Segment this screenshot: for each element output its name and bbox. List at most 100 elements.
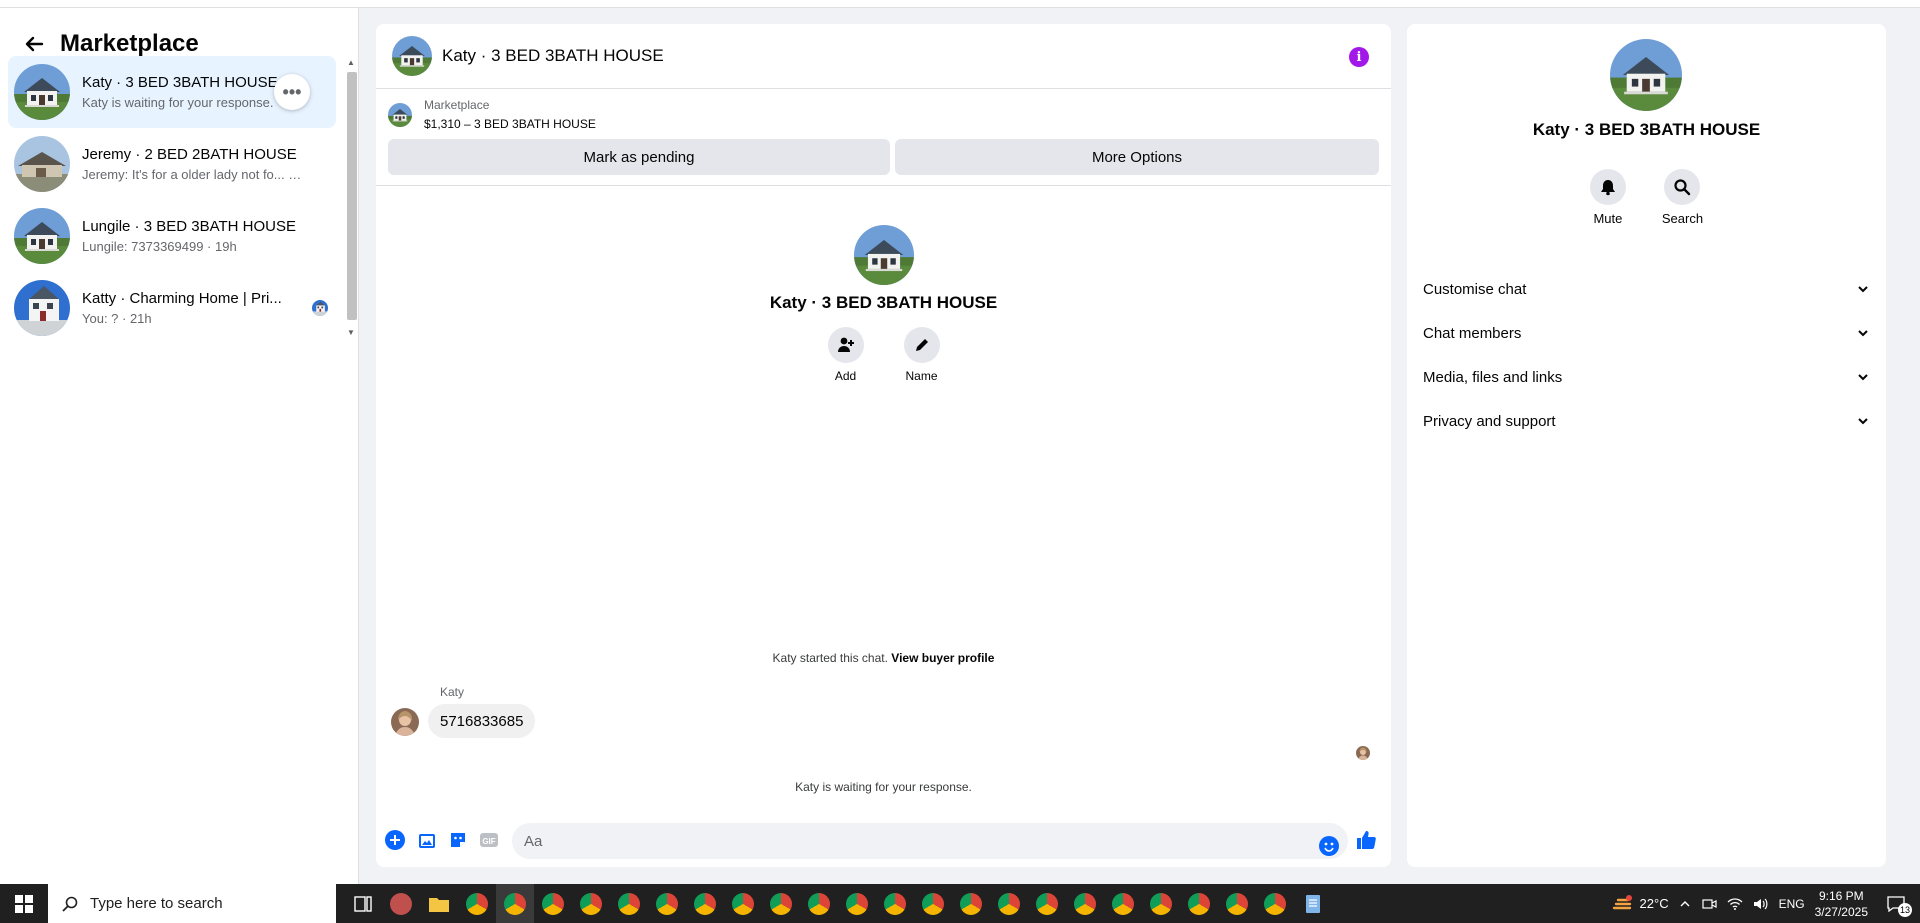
chrome-icon[interactable] [648, 884, 686, 923]
chrome-icon[interactable] [914, 884, 952, 923]
message-bubble[interactable]: 5716833685 [428, 704, 536, 738]
conversation-item-katty[interactable]: Katty · Charming Home | Pri... You: ? · … [8, 272, 336, 344]
conversation-sidebar: Marketplace Katy · 3 BED 3BATH HOUSE Kat… [0, 8, 359, 884]
chrome-icon[interactable] [1028, 884, 1066, 923]
chrome-icon[interactable] [496, 884, 534, 923]
chrome-icon[interactable] [1104, 884, 1142, 923]
section-label: Customise chat [1423, 280, 1527, 298]
scroll-thumb[interactable] [347, 72, 357, 320]
scroll-up-icon[interactable]: ▲ [347, 58, 355, 67]
scroll-down-icon[interactable]: ▼ [347, 328, 355, 337]
browser-top-strip [0, 0, 1920, 8]
chat-started-notice: Katy started this chat. View buyer profi… [376, 651, 1391, 665]
language-indicator[interactable]: ENG [1779, 897, 1805, 911]
name-label: Name [905, 369, 938, 383]
chevron-up-icon[interactable] [1679, 898, 1691, 910]
chrome-icon[interactable] [610, 884, 648, 923]
chrome-icon[interactable] [952, 884, 990, 923]
notification-center-icon[interactable]: 13 [1882, 893, 1912, 917]
chrome-icon[interactable] [990, 884, 1028, 923]
more-options-icon[interactable]: ••• [274, 74, 310, 110]
message-input[interactable] [512, 823, 1348, 859]
chrome-icon[interactable] [1256, 884, 1294, 923]
meet-now-icon[interactable] [1701, 896, 1717, 912]
conversation-item-katy[interactable]: Katy · 3 BED 3BATH HOUSE Katy is waiting… [8, 56, 336, 128]
sender-avatar[interactable] [391, 708, 419, 736]
chat-header: Katy · 3 BED 3BATH HOUSE i [376, 24, 1391, 89]
windows-taskbar: Type here to search 22°C ENG 9:16 PM 3/2… [0, 884, 1920, 923]
chrome-icon[interactable] [686, 884, 724, 923]
conversation-preview: You: ? · 21h [82, 311, 152, 326]
seen-avatar-icon [312, 300, 328, 316]
conversation-preview: Lungile: 7373369499 · 19h [82, 239, 237, 254]
name-chat-button[interactable]: Name [903, 327, 940, 383]
chrome-icon[interactable] [1180, 884, 1218, 923]
info-avatar [1610, 39, 1682, 111]
task-view-icon[interactable] [344, 884, 382, 923]
chat-avatar[interactable] [392, 36, 432, 76]
photo-icon[interactable] [416, 829, 438, 851]
conversation-item-lungile[interactable]: Lungile · 3 BED 3BATH HOUSE Lungile: 737… [8, 200, 336, 272]
waiting-notice: Katy is waiting for your response. [795, 780, 972, 794]
read-receipt-avatar [1356, 746, 1370, 760]
emoji-icon[interactable] [1318, 835, 1340, 857]
chrome-icon[interactable] [724, 884, 762, 923]
chrome-icon[interactable] [762, 884, 800, 923]
gif-icon[interactable]: GIF [478, 829, 500, 851]
section-chat-members[interactable]: Chat members [1407, 311, 1886, 355]
like-icon[interactable] [1355, 829, 1377, 851]
intro-avatar [854, 225, 914, 285]
chrome-icon[interactable] [1218, 884, 1256, 923]
conversation-preview: Katy is waiting for your response. [82, 95, 274, 110]
wifi-icon[interactable] [1727, 897, 1743, 911]
listing-banner: Marketplace $1,310 – 3 BED 3BATH HOUSE M… [376, 89, 1391, 186]
sidebar-scrollbar[interactable]: ▲ ▼ [344, 58, 358, 340]
section-customise-chat[interactable]: Customise chat [1407, 267, 1886, 311]
weather-icon[interactable]: 22°C [1612, 894, 1669, 914]
chrome-icon[interactable] [800, 884, 838, 923]
conversation-list: Katy · 3 BED 3BATH HOUSE Katy is waiting… [8, 56, 336, 344]
listing-thumbnail[interactable] [388, 103, 412, 127]
more-options-button[interactable]: More Options [895, 139, 1379, 175]
volume-icon[interactable] [1753, 897, 1769, 911]
conversation-name: Jeremy · 2 BED 2BATH HOUSE [82, 146, 297, 163]
plus-icon[interactable] [384, 829, 406, 851]
conversation-thumbnail [14, 208, 70, 264]
chat-title[interactable]: Katy · 3 BED 3BATH HOUSE [442, 46, 664, 66]
taskbar-clock[interactable]: 9:16 PM 3/27/2025 [1815, 888, 1868, 920]
conversation-thumbnail [14, 64, 70, 120]
conversation-preview: Jeremy: It's for a older lady not fo... … [82, 167, 302, 182]
search-in-chat-button[interactable]: Search [1662, 169, 1703, 226]
conversation-name: Katty · Charming Home | Pri... [82, 290, 282, 307]
notification-count: 13 [1898, 902, 1912, 917]
chrome-icon[interactable] [1142, 884, 1180, 923]
conversation-item-jeremy[interactable]: Jeremy · 2 BED 2BATH HOUSE Jeremy: It's … [8, 128, 336, 200]
windows-start-icon[interactable] [0, 884, 48, 923]
info-icon[interactable]: i [1349, 47, 1369, 67]
temperature: 22°C [1639, 896, 1669, 911]
section-label: Privacy and support [1423, 412, 1556, 430]
section-privacy-support[interactable]: Privacy and support [1407, 399, 1886, 443]
view-buyer-profile-link[interactable]: View buyer profile [891, 651, 994, 665]
chrome-icon[interactable] [1066, 884, 1104, 923]
mark-as-pending-button[interactable]: Mark as pending [388, 139, 890, 175]
chevron-down-icon [1858, 330, 1868, 337]
mute-button[interactable]: Mute [1589, 169, 1626, 226]
add-label: Add [834, 369, 857, 383]
chrome-icon[interactable] [534, 884, 572, 923]
add-people-button[interactable]: Add [827, 327, 864, 383]
notepad-icon[interactable] [1294, 884, 1332, 923]
chrome-icon[interactable] [876, 884, 914, 923]
listing-label: Marketplace [424, 98, 490, 112]
chrome-icon[interactable] [458, 884, 496, 923]
chrome-icon[interactable] [572, 884, 610, 923]
sticker-icon[interactable] [447, 829, 469, 851]
app-icon-1[interactable] [382, 884, 420, 923]
section-media-files-links[interactable]: Media, files and links [1407, 355, 1886, 399]
file-explorer-icon[interactable] [420, 884, 458, 923]
taskbar-search-box[interactable]: Type here to search [48, 884, 336, 923]
search-icon [62, 896, 78, 912]
section-label: Chat members [1423, 324, 1522, 342]
listing-title[interactable]: $1,310 – 3 BED 3BATH HOUSE [424, 117, 596, 131]
chrome-icon[interactable] [838, 884, 876, 923]
